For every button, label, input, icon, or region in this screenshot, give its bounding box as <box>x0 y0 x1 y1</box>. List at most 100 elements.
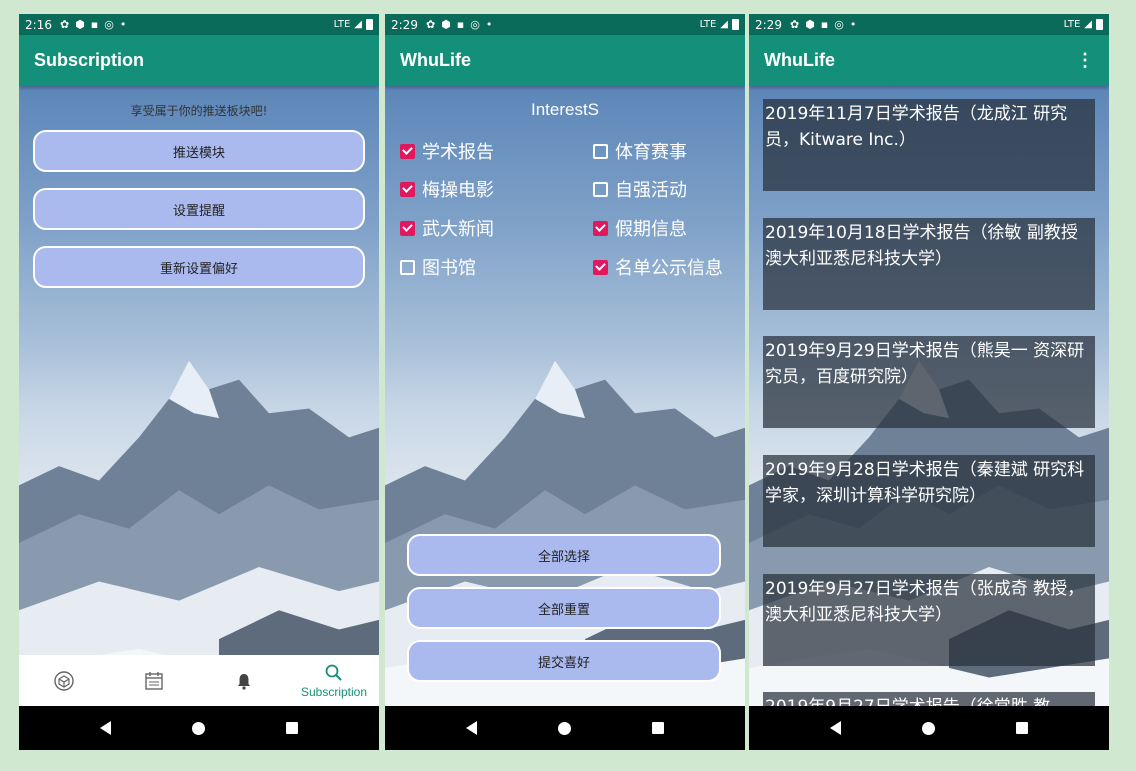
more-vert-icon[interactable]: ⋮ <box>1076 50 1094 71</box>
network-label: LTE <box>1063 19 1081 30</box>
phone-subscription: 2:16 ✿ ⬢ ▪ ◎ • LTE ◢ Subscription 享受属于你的推送板块吧… <box>19 14 379 750</box>
recents-icon[interactable] <box>652 722 665 734</box>
dot-icon: • <box>849 18 857 31</box>
home-icon[interactable] <box>191 721 205 735</box>
checkbox-public-notice[interactable]: 名单公示信息 <box>593 254 723 280</box>
recents-icon[interactable] <box>286 722 299 734</box>
recents-icon[interactable] <box>1016 722 1029 734</box>
checkbox-box <box>593 220 608 236</box>
home-icon[interactable] <box>557 721 571 735</box>
status-bar: 2:29 ✿ ⬢ ▪ ◎ • LTE ◢ <box>749 14 1109 35</box>
cube-icon <box>54 670 74 691</box>
app-title: WhuLife <box>764 50 835 70</box>
status-time: 2:29 <box>391 17 418 32</box>
settings-icon: ✿ <box>425 18 436 31</box>
battery-icon <box>366 19 373 30</box>
select-all-button[interactable]: 全部选择 <box>407 534 721 576</box>
system-nav-bar <box>385 706 745 750</box>
report-item[interactable]: 2019年9月28日学术报告（秦建斌 研究科学家，深圳计算科学研究院） <box>763 455 1095 547</box>
submit-preferences-button[interactable]: 提交喜好 <box>407 640 721 682</box>
app-title: WhuLife <box>400 50 471 70</box>
checkbox-academic-report[interactable]: 学术报告 <box>400 138 494 164</box>
report-item[interactable]: 2019年9月29日学术报告（熊昊一 资深研究员，百度研究院） <box>763 336 1095 428</box>
sim-icon: ▪ <box>90 18 99 31</box>
checkbox-label: 体育赛事 <box>615 142 687 163</box>
app-title: Subscription <box>34 50 145 70</box>
checkbox-sports[interactable]: 体育赛事 <box>593 138 687 164</box>
status-icons: ✿ ⬢ ▪ ◎ • <box>426 18 492 31</box>
status-time: 2:29 <box>755 17 782 32</box>
checkbox-box <box>593 143 608 159</box>
checkbox-box <box>400 143 415 159</box>
app-bar: Subscription <box>19 35 379 86</box>
content-area: 2019年11月7日学术报告（龙成江 研究员，Kitware Inc.） 201… <box>749 86 1109 706</box>
shield-icon: ⬢ <box>75 18 85 31</box>
checkbox-activities[interactable]: 自强活动 <box>593 176 687 202</box>
search-icon <box>325 664 342 681</box>
subscription-heading: 享受属于你的推送板块吧! <box>130 104 268 118</box>
status-time: 2:16 <box>25 17 52 32</box>
shield-icon: ⬢ <box>441 18 451 31</box>
reset-preferences-button[interactable]: 重新设置偏好 <box>33 246 365 288</box>
nav-item-cube[interactable] <box>19 655 109 706</box>
checkbox-label: 武大新闻 <box>422 219 494 240</box>
checkbox-label: 名单公示信息 <box>615 258 723 279</box>
home-icon[interactable] <box>921 721 935 735</box>
calendar-icon <box>145 671 163 690</box>
checkbox-box <box>400 220 415 236</box>
checkbox-label: 图书馆 <box>422 258 476 279</box>
sim-icon: ▪ <box>820 18 829 31</box>
checkbox-label: 自强活动 <box>615 180 687 201</box>
checkbox-label: 学术报告 <box>422 142 494 163</box>
checkbox-movies[interactable]: 梅操电影 <box>400 176 494 202</box>
report-item[interactable]: 2019年9月27日学术报告（张成奇 教授，澳大利亚悉尼科技大学） <box>763 574 1095 666</box>
content-area: 享受属于你的推送板块吧! 推送模块 设置提醒 重新设置偏好 <box>19 86 379 706</box>
network-label: LTE <box>699 19 717 30</box>
status-icons: ✿ ⬢ ▪ ◎ • <box>60 18 126 31</box>
settings-icon: ✿ <box>59 18 70 31</box>
set-reminder-button[interactable]: 设置提醒 <box>33 188 365 230</box>
nav-label-subscription: Subscription <box>300 684 368 699</box>
dot-icon: • <box>485 18 493 31</box>
checkbox-box <box>593 259 608 275</box>
sync-icon: ◎ <box>104 18 114 31</box>
checkbox-label: 假期信息 <box>615 219 687 240</box>
network-label: LTE <box>333 19 351 30</box>
report-item[interactable]: 2019年11月7日学术报告（龙成江 研究员，Kitware Inc.） <box>763 99 1095 191</box>
status-icons: ✿ ⬢ ▪ ◎ • <box>790 18 856 31</box>
sync-icon: ◎ <box>470 18 480 31</box>
back-icon[interactable] <box>465 721 477 735</box>
checkbox-library[interactable]: 图书馆 <box>400 254 476 280</box>
checkbox-box <box>400 181 415 197</box>
push-module-button[interactable]: 推送模块 <box>33 130 365 172</box>
nav-item-calendar[interactable] <box>109 655 199 706</box>
signal-icon: ◢ <box>720 19 728 30</box>
mountain-background <box>19 360 379 706</box>
checkbox-holiday-info[interactable]: 假期信息 <box>593 215 687 241</box>
system-nav-bar <box>19 706 379 750</box>
checkbox-label: 梅操电影 <box>422 180 494 201</box>
interests-title: InterestS <box>530 100 600 119</box>
sim-icon: ▪ <box>456 18 465 31</box>
status-bar: 2:16 ✿ ⬢ ▪ ◎ • LTE ◢ <box>19 14 379 35</box>
shield-icon: ⬢ <box>805 18 815 31</box>
nav-item-subscription[interactable]: Subscription <box>289 655 379 706</box>
content-area: InterestS 学术报告 体育赛事 梅操电影 自强活动 武大新闻 假期信息 … <box>385 86 745 706</box>
report-item[interactable]: 2019年10月18日学术报告（徐敏 副教授 澳大利亚悉尼科技大学） <box>763 218 1095 310</box>
app-bar: WhuLife ⋮ <box>749 35 1109 86</box>
checkbox-whu-news[interactable]: 武大新闻 <box>400 215 494 241</box>
back-icon[interactable] <box>829 721 841 735</box>
battery-icon <box>732 19 739 30</box>
status-bar: 2:29 ✿ ⬢ ▪ ◎ • LTE ◢ <box>385 14 745 35</box>
nav-item-bell[interactable] <box>199 655 289 706</box>
phone-interests: 2:29 ✿ ⬢ ▪ ◎ • LTE ◢ WhuLife InterestS 学术报告 体… <box>385 14 745 750</box>
settings-icon: ✿ <box>789 18 800 31</box>
app-bar: WhuLife <box>385 35 745 86</box>
back-icon[interactable] <box>99 721 111 735</box>
checkbox-box <box>400 259 415 275</box>
signal-icon: ◢ <box>1084 19 1092 30</box>
reset-all-button[interactable]: 全部重置 <box>407 587 721 629</box>
battery-icon <box>1096 19 1103 30</box>
checkbox-box <box>593 181 608 197</box>
report-item[interactable]: 2019年9月27日学术报告（徐常胜 教 <box>763 692 1095 706</box>
